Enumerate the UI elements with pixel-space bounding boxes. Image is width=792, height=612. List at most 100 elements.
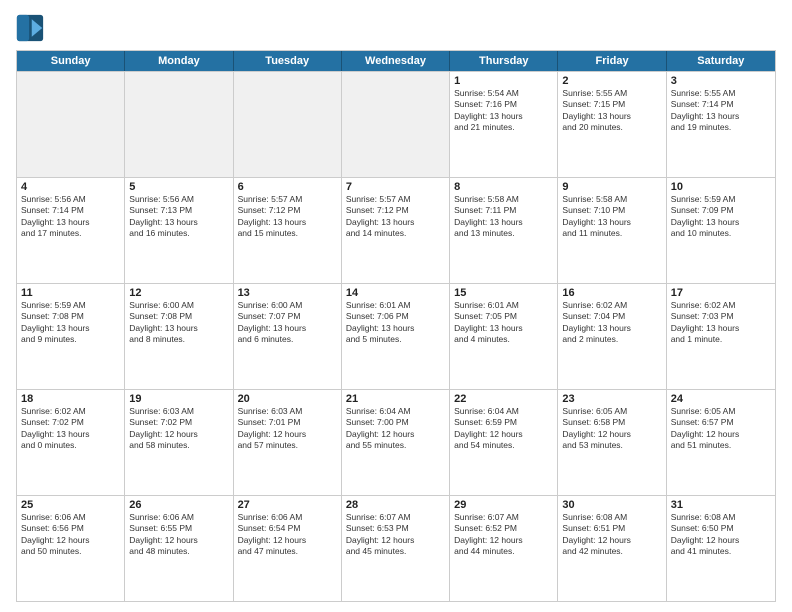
- header-day-saturday: Saturday: [667, 51, 775, 71]
- cal-cell-empty-0-0: [17, 72, 125, 177]
- cell-info: Sunrise: 5:58 AM Sunset: 7:11 PM Dayligh…: [454, 194, 553, 240]
- day-number: 8: [454, 181, 553, 193]
- cal-cell-empty-0-2: [234, 72, 342, 177]
- cal-cell-empty-0-3: [342, 72, 450, 177]
- cal-cell-day-18: 18Sunrise: 6:02 AM Sunset: 7:02 PM Dayli…: [17, 390, 125, 495]
- cal-cell-day-28: 28Sunrise: 6:07 AM Sunset: 6:53 PM Dayli…: [342, 496, 450, 601]
- cell-info: Sunrise: 5:57 AM Sunset: 7:12 PM Dayligh…: [238, 194, 337, 240]
- day-number: 19: [129, 393, 228, 405]
- day-number: 21: [346, 393, 445, 405]
- cell-info: Sunrise: 6:06 AM Sunset: 6:54 PM Dayligh…: [238, 512, 337, 558]
- cell-info: Sunrise: 6:00 AM Sunset: 7:08 PM Dayligh…: [129, 300, 228, 346]
- day-number: 28: [346, 499, 445, 511]
- day-number: 23: [562, 393, 661, 405]
- cal-cell-day-13: 13Sunrise: 6:00 AM Sunset: 7:07 PM Dayli…: [234, 284, 342, 389]
- calendar-row-0: 1Sunrise: 5:54 AM Sunset: 7:16 PM Daylig…: [17, 71, 775, 177]
- cal-cell-day-12: 12Sunrise: 6:00 AM Sunset: 7:08 PM Dayli…: [125, 284, 233, 389]
- day-number: 25: [21, 499, 120, 511]
- cal-cell-day-4: 4Sunrise: 5:56 AM Sunset: 7:14 PM Daylig…: [17, 178, 125, 283]
- cell-info: Sunrise: 6:06 AM Sunset: 6:56 PM Dayligh…: [21, 512, 120, 558]
- cal-cell-day-24: 24Sunrise: 6:05 AM Sunset: 6:57 PM Dayli…: [667, 390, 775, 495]
- cal-cell-day-15: 15Sunrise: 6:01 AM Sunset: 7:05 PM Dayli…: [450, 284, 558, 389]
- calendar-header: SundayMondayTuesdayWednesdayThursdayFrid…: [17, 51, 775, 71]
- cell-info: Sunrise: 5:56 AM Sunset: 7:14 PM Dayligh…: [21, 194, 120, 240]
- day-number: 29: [454, 499, 553, 511]
- cell-info: Sunrise: 5:59 AM Sunset: 7:08 PM Dayligh…: [21, 300, 120, 346]
- day-number: 15: [454, 287, 553, 299]
- calendar-row-3: 18Sunrise: 6:02 AM Sunset: 7:02 PM Dayli…: [17, 389, 775, 495]
- cell-info: Sunrise: 6:08 AM Sunset: 6:50 PM Dayligh…: [671, 512, 771, 558]
- day-number: 6: [238, 181, 337, 193]
- cell-info: Sunrise: 6:01 AM Sunset: 7:06 PM Dayligh…: [346, 300, 445, 346]
- cal-cell-day-29: 29Sunrise: 6:07 AM Sunset: 6:52 PM Dayli…: [450, 496, 558, 601]
- day-number: 3: [671, 75, 771, 87]
- cal-cell-day-3: 3Sunrise: 5:55 AM Sunset: 7:14 PM Daylig…: [667, 72, 775, 177]
- header-day-monday: Monday: [125, 51, 233, 71]
- day-number: 4: [21, 181, 120, 193]
- cal-cell-day-25: 25Sunrise: 6:06 AM Sunset: 6:56 PM Dayli…: [17, 496, 125, 601]
- calendar-row-1: 4Sunrise: 5:56 AM Sunset: 7:14 PM Daylig…: [17, 177, 775, 283]
- cell-info: Sunrise: 6:00 AM Sunset: 7:07 PM Dayligh…: [238, 300, 337, 346]
- day-number: 30: [562, 499, 661, 511]
- day-number: 20: [238, 393, 337, 405]
- cell-info: Sunrise: 6:05 AM Sunset: 6:57 PM Dayligh…: [671, 406, 771, 452]
- logo: [16, 14, 46, 42]
- header-day-thursday: Thursday: [450, 51, 558, 71]
- cal-cell-day-5: 5Sunrise: 5:56 AM Sunset: 7:13 PM Daylig…: [125, 178, 233, 283]
- cell-info: Sunrise: 6:05 AM Sunset: 6:58 PM Dayligh…: [562, 406, 661, 452]
- calendar-row-4: 25Sunrise: 6:06 AM Sunset: 6:56 PM Dayli…: [17, 495, 775, 601]
- cell-info: Sunrise: 5:57 AM Sunset: 7:12 PM Dayligh…: [346, 194, 445, 240]
- cal-cell-day-7: 7Sunrise: 5:57 AM Sunset: 7:12 PM Daylig…: [342, 178, 450, 283]
- cell-info: Sunrise: 6:03 AM Sunset: 7:01 PM Dayligh…: [238, 406, 337, 452]
- day-number: 12: [129, 287, 228, 299]
- header-day-friday: Friday: [558, 51, 666, 71]
- cell-info: Sunrise: 5:55 AM Sunset: 7:14 PM Dayligh…: [671, 88, 771, 134]
- cell-info: Sunrise: 5:54 AM Sunset: 7:16 PM Dayligh…: [454, 88, 553, 134]
- cell-info: Sunrise: 5:55 AM Sunset: 7:15 PM Dayligh…: [562, 88, 661, 134]
- day-number: 14: [346, 287, 445, 299]
- cal-cell-day-10: 10Sunrise: 5:59 AM Sunset: 7:09 PM Dayli…: [667, 178, 775, 283]
- header-day-sunday: Sunday: [17, 51, 125, 71]
- cal-cell-day-26: 26Sunrise: 6:06 AM Sunset: 6:55 PM Dayli…: [125, 496, 233, 601]
- day-number: 2: [562, 75, 661, 87]
- cal-cell-day-11: 11Sunrise: 5:59 AM Sunset: 7:08 PM Dayli…: [17, 284, 125, 389]
- day-number: 27: [238, 499, 337, 511]
- cell-info: Sunrise: 5:56 AM Sunset: 7:13 PM Dayligh…: [129, 194, 228, 240]
- cell-info: Sunrise: 6:02 AM Sunset: 7:02 PM Dayligh…: [21, 406, 120, 452]
- cell-info: Sunrise: 6:08 AM Sunset: 6:51 PM Dayligh…: [562, 512, 661, 558]
- day-number: 17: [671, 287, 771, 299]
- header: [16, 14, 776, 42]
- cell-info: Sunrise: 6:06 AM Sunset: 6:55 PM Dayligh…: [129, 512, 228, 558]
- cal-cell-day-31: 31Sunrise: 6:08 AM Sunset: 6:50 PM Dayli…: [667, 496, 775, 601]
- day-number: 7: [346, 181, 445, 193]
- header-day-tuesday: Tuesday: [234, 51, 342, 71]
- logo-icon: [16, 14, 44, 42]
- cell-info: Sunrise: 6:01 AM Sunset: 7:05 PM Dayligh…: [454, 300, 553, 346]
- day-number: 16: [562, 287, 661, 299]
- cell-info: Sunrise: 6:07 AM Sunset: 6:53 PM Dayligh…: [346, 512, 445, 558]
- day-number: 24: [671, 393, 771, 405]
- cal-cell-day-17: 17Sunrise: 6:02 AM Sunset: 7:03 PM Dayli…: [667, 284, 775, 389]
- day-number: 1: [454, 75, 553, 87]
- cal-cell-day-19: 19Sunrise: 6:03 AM Sunset: 7:02 PM Dayli…: [125, 390, 233, 495]
- cell-info: Sunrise: 5:58 AM Sunset: 7:10 PM Dayligh…: [562, 194, 661, 240]
- cal-cell-day-2: 2Sunrise: 5:55 AM Sunset: 7:15 PM Daylig…: [558, 72, 666, 177]
- cal-cell-empty-0-1: [125, 72, 233, 177]
- cal-cell-day-21: 21Sunrise: 6:04 AM Sunset: 7:00 PM Dayli…: [342, 390, 450, 495]
- cal-cell-day-1: 1Sunrise: 5:54 AM Sunset: 7:16 PM Daylig…: [450, 72, 558, 177]
- cal-cell-day-14: 14Sunrise: 6:01 AM Sunset: 7:06 PM Dayli…: [342, 284, 450, 389]
- day-number: 11: [21, 287, 120, 299]
- cell-info: Sunrise: 6:03 AM Sunset: 7:02 PM Dayligh…: [129, 406, 228, 452]
- cal-cell-day-8: 8Sunrise: 5:58 AM Sunset: 7:11 PM Daylig…: [450, 178, 558, 283]
- day-number: 26: [129, 499, 228, 511]
- cal-cell-day-16: 16Sunrise: 6:02 AM Sunset: 7:04 PM Dayli…: [558, 284, 666, 389]
- cal-cell-day-27: 27Sunrise: 6:06 AM Sunset: 6:54 PM Dayli…: [234, 496, 342, 601]
- calendar-row-2: 11Sunrise: 5:59 AM Sunset: 7:08 PM Dayli…: [17, 283, 775, 389]
- cell-info: Sunrise: 6:04 AM Sunset: 6:59 PM Dayligh…: [454, 406, 553, 452]
- cal-cell-day-23: 23Sunrise: 6:05 AM Sunset: 6:58 PM Dayli…: [558, 390, 666, 495]
- header-day-wednesday: Wednesday: [342, 51, 450, 71]
- cal-cell-day-22: 22Sunrise: 6:04 AM Sunset: 6:59 PM Dayli…: [450, 390, 558, 495]
- day-number: 13: [238, 287, 337, 299]
- cell-info: Sunrise: 6:02 AM Sunset: 7:04 PM Dayligh…: [562, 300, 661, 346]
- cal-cell-day-9: 9Sunrise: 5:58 AM Sunset: 7:10 PM Daylig…: [558, 178, 666, 283]
